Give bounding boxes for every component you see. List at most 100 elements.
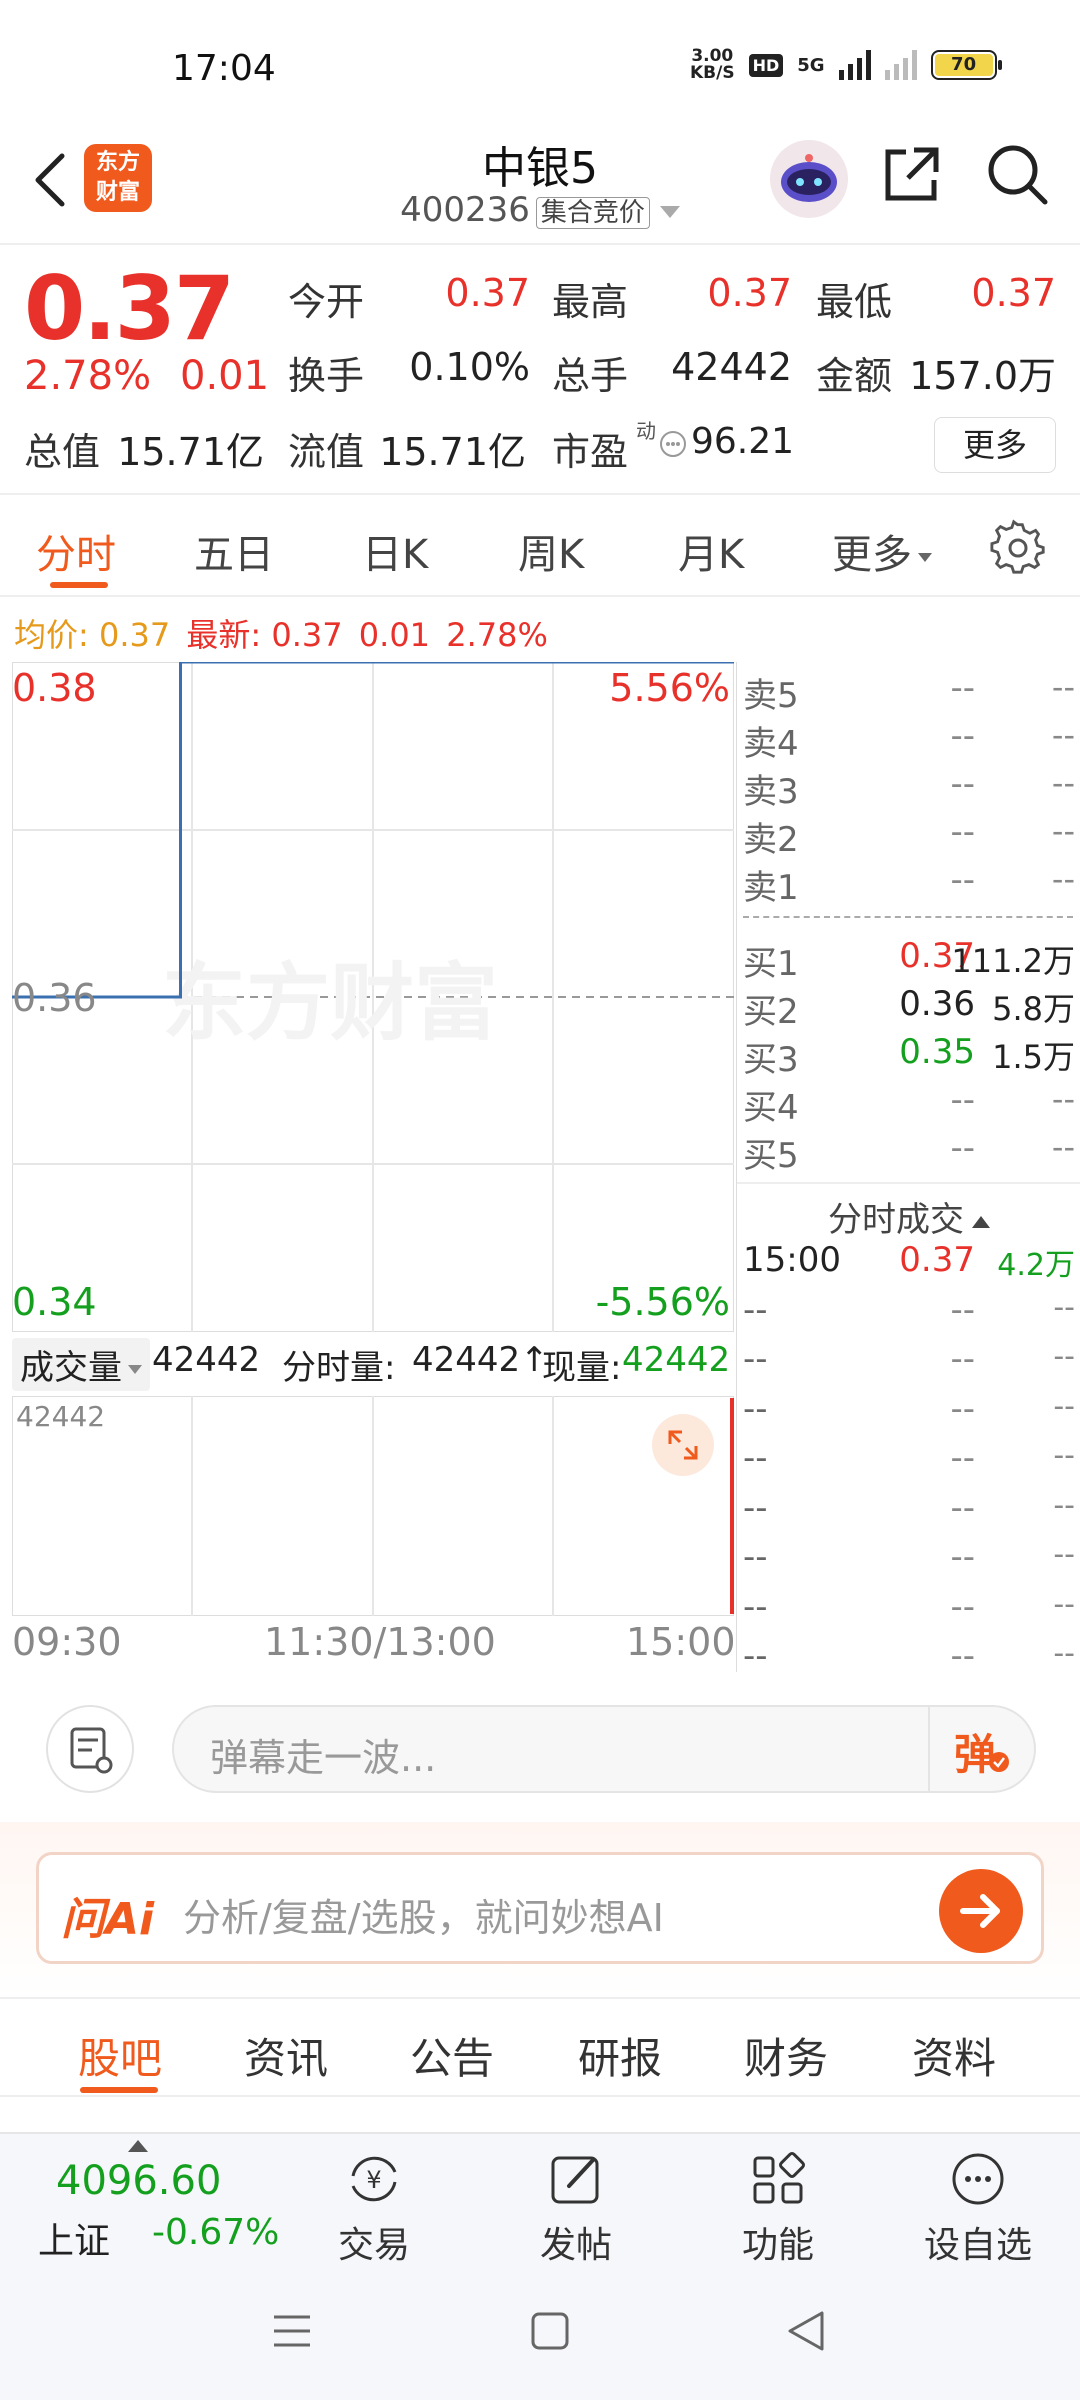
search-icon[interactable] xyxy=(985,142,1051,208)
battery-icon: 70 xyxy=(930,50,1002,80)
nav-functions-label: 功能 xyxy=(741,2225,814,2266)
net-speed-unit: KB/S xyxy=(690,63,735,83)
tab-more[interactable]: 更多 xyxy=(832,522,932,580)
latest-percent: 2.78% xyxy=(446,616,548,654)
home-icon[interactable] xyxy=(530,2311,570,2351)
more-quote-button[interactable]: 更多 xyxy=(934,417,1056,473)
current-price: 0.37 xyxy=(24,257,235,360)
ai-submit-button[interactable] xyxy=(939,1869,1023,1953)
fenshi-volume-value: 42442↑ xyxy=(412,1340,549,1380)
trade-price: -- xyxy=(950,1289,975,1330)
watermark: 东方财富 xyxy=(162,956,498,1050)
latest-label: 最新: xyxy=(186,616,262,654)
trade-row: -- -- -- xyxy=(743,1488,1075,1536)
bid-row[interactable]: 买2 0.36 5.8万 xyxy=(743,984,1075,1032)
trade-volume: -- xyxy=(1053,1537,1075,1572)
index-ticker[interactable]: 4096.60 上证 -0.67% xyxy=(0,2134,290,2269)
turnover-value: 0.10% xyxy=(409,345,530,389)
tab-announcements[interactable]: 公告 xyxy=(410,2025,494,2086)
stock-header: 东方 财富 中银5 400236 集合竞价 xyxy=(0,120,1080,245)
ask-volume: -- xyxy=(1051,716,1075,754)
ask-label: 卖5 xyxy=(743,676,799,716)
index-value: 4096.60 xyxy=(56,2158,222,2204)
tab-five-day[interactable]: 五日 xyxy=(194,522,274,580)
ask-row[interactable]: 卖2 -- -- xyxy=(743,812,1075,860)
danmu-input[interactable]: 弹幕走一波... 弹 xyxy=(172,1705,1036,1793)
low-label: 最低 xyxy=(816,280,893,324)
volume-chart[interactable]: 42442 xyxy=(11,1395,735,1617)
pe-label: 市盈 xyxy=(552,430,629,474)
nav-add-watchlist-label: 设自选 xyxy=(923,2225,1032,2266)
ask-row[interactable]: 卖3 -- -- xyxy=(743,764,1075,812)
bid-row[interactable]: 买5 -- -- xyxy=(743,1128,1075,1176)
nav-functions[interactable]: 功能 xyxy=(718,2146,838,2268)
arrow-right-icon xyxy=(960,1894,1000,1928)
volume-chart-svg xyxy=(11,1395,735,1617)
bid-row[interactable]: 买3 0.35 1.5万 xyxy=(743,1032,1075,1080)
trades-title[interactable]: 分时成交 xyxy=(737,1192,1080,1241)
tab-profile[interactable]: 资料 xyxy=(912,2025,996,2086)
comment-settings-button[interactable] xyxy=(46,1705,134,1793)
back-icon[interactable] xyxy=(786,2309,826,2353)
trade-time: -- xyxy=(743,1487,768,1528)
ask-row[interactable]: 卖1 -- -- xyxy=(743,860,1075,908)
bid-price: 0.36 xyxy=(899,984,975,1024)
amount-value: 157.0万 xyxy=(909,354,1056,398)
tab-news[interactable]: 资讯 xyxy=(244,2025,328,2086)
ai-assistant-area: 问Ai 分析/复盘/选股，就问妙想AI xyxy=(0,1822,1080,1997)
expand-icon[interactable] xyxy=(652,1414,714,1476)
nav-post[interactable]: 发帖 xyxy=(516,2146,636,2268)
tab-daily-k[interactable]: 日K xyxy=(362,522,428,580)
open-value: 0.37 xyxy=(445,271,530,315)
bid-row[interactable]: 买1 0.37 111.2万 xyxy=(743,936,1075,984)
tab-weekly-k[interactable]: 周K xyxy=(518,522,584,580)
high-label: 最高 xyxy=(552,280,629,324)
change-amount: 0.01 xyxy=(180,353,270,399)
y-axis-bottom: 0.34 xyxy=(12,1280,97,1324)
share-icon[interactable] xyxy=(880,142,944,206)
nav-trade[interactable]: ¥ 交易 xyxy=(314,2146,434,2268)
index-name: 上证 xyxy=(38,2221,111,2262)
info-circle-icon[interactable] xyxy=(658,429,688,459)
y-axis-top: 0.38 xyxy=(12,666,97,710)
bid-label: 买4 xyxy=(743,1088,799,1128)
trade-row: 15:00 0.37 4.2万 xyxy=(743,1240,1075,1288)
ask-row[interactable]: 卖4 -- -- xyxy=(743,716,1075,764)
tab-fenshi[interactable]: 分时 xyxy=(36,522,116,580)
chart-period-tabs: 分时 五日 日K 周K 月K 更多 xyxy=(0,497,1080,597)
tab-monthly-k[interactable]: 月K xyxy=(678,522,744,580)
pe-value: 96.21 xyxy=(690,421,794,462)
bid-price: -- xyxy=(950,1128,975,1168)
tab-research[interactable]: 研报 xyxy=(578,2025,662,2086)
bid-price: 0.35 xyxy=(899,1032,975,1072)
market-cap-label: 总值 xyxy=(24,430,101,474)
volume-indicator-dropdown[interactable]: 成交量 xyxy=(12,1338,150,1391)
trade-volume: -- xyxy=(1053,1339,1075,1374)
y-axis-mid: 0.36 xyxy=(12,976,97,1020)
ask-row[interactable]: 卖5 -- -- xyxy=(743,668,1075,716)
menu-icon[interactable] xyxy=(272,2311,312,2351)
trade-time: -- xyxy=(743,1289,768,1330)
tab-finance[interactable]: 财务 xyxy=(744,2025,828,2086)
trade-time: -- xyxy=(743,1438,768,1478)
nav-add-watchlist[interactable]: 设自选 xyxy=(918,2146,1038,2268)
ai-ask-input[interactable]: 问Ai 分析/复盘/选股，就问妙想AI xyxy=(36,1852,1044,1964)
trade-time: -- xyxy=(743,1388,768,1429)
trade-row: -- -- -- xyxy=(743,1438,1075,1486)
bid-row[interactable]: 买4 -- -- xyxy=(743,1080,1075,1128)
fenshi-volume-label: 分时量: xyxy=(282,1348,396,1388)
danmu-toggle-button[interactable]: 弹 xyxy=(928,1705,1034,1793)
volume-indicator-label: 成交量 xyxy=(20,1348,122,1388)
volume-bar xyxy=(730,1398,734,1614)
gear-icon[interactable] xyxy=(990,519,1046,575)
ai-robot-icon[interactable] xyxy=(770,140,848,218)
intraday-chart[interactable]: 东方财富 0.38 0.36 0.34 5.56% -5.56% xyxy=(11,660,735,1333)
status-time: 17:04 xyxy=(172,48,276,89)
chart-info-line: 均价: 0.37 最新: 0.37 0.01 2.78% xyxy=(14,610,548,656)
trade-icon: ¥ xyxy=(351,2156,397,2202)
bottom-nav: 4096.60 上证 -0.67% ¥ 交易 发帖 功能 设自选 xyxy=(0,2132,1080,2267)
trade-price: -- xyxy=(950,1487,975,1528)
tab-guba[interactable]: 股吧 xyxy=(78,2025,162,2086)
trade-row: -- -- -- xyxy=(743,1537,1075,1585)
now-volume-value: 42442 xyxy=(622,1340,731,1380)
